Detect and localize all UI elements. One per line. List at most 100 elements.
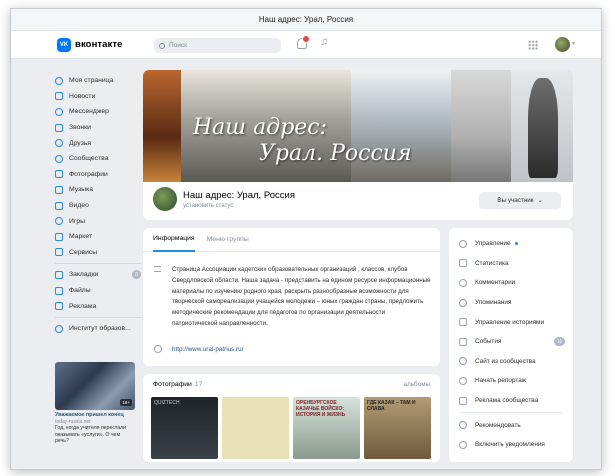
- message-icon: [55, 107, 63, 116]
- menu-item-ads[interactable]: Реклама сообщества: [449, 391, 573, 411]
- vk-logo-text: вконтакте: [75, 39, 123, 50]
- tab-information[interactable]: Информация: [153, 228, 195, 252]
- notification-badge: [302, 35, 310, 43]
- menu-item-label: События: [475, 338, 502, 346]
- window-title: Наш адрес: Урал, Россия: [11, 9, 601, 31]
- sidebar-item-groups[interactable]: Сообщества: [55, 151, 145, 167]
- bell-icon: [459, 440, 467, 449]
- photos-title-label: Фотографии: [153, 381, 192, 388]
- apps-grid-icon[interactable]: [528, 40, 538, 50]
- photos-card: Фотографии 17 альбомы QUIZTECH ОРЕНБУРГСК…: [143, 374, 440, 462]
- sidebar: Моя страница Новости Мессенджер Звонки Д…: [55, 73, 145, 337]
- search-icon: [159, 42, 165, 49]
- ads-icon: [459, 396, 467, 405]
- sidebar-item-bookmarks[interactable]: Закладки 8: [55, 267, 145, 283]
- group-actions-menu: Управление Статистика Комментарии Упомин…: [449, 228, 573, 462]
- sidebar-item-label: Реклама: [69, 302, 97, 310]
- sidebar-item-label: Игры: [69, 217, 86, 225]
- cover-photo-1: [143, 70, 181, 182]
- sidebar-item-friends[interactable]: Друзья: [55, 135, 145, 151]
- sidebar-item-video[interactable]: Видео: [55, 198, 145, 214]
- menu-item-label: Управление историями: [475, 318, 545, 326]
- promo-title[interactable]: Уважаемое пришел конец: [55, 412, 135, 419]
- music-icon[interactable]: ♫: [320, 36, 328, 48]
- vk-logo[interactable]: VK вконтакте: [57, 37, 123, 52]
- services-icon: [55, 248, 63, 257]
- menu-item-label: Сайт из сообщества: [475, 357, 536, 365]
- menu-item-stories[interactable]: Управление историями: [449, 312, 573, 332]
- sidebar-item-music[interactable]: Музыка: [55, 182, 145, 198]
- events-badge: 11: [554, 337, 565, 347]
- albums-link[interactable]: альбомы: [404, 381, 430, 388]
- menu-item-live[interactable]: Начать репортаж: [449, 371, 573, 391]
- search-input[interactable]: Поиск: [154, 38, 281, 53]
- sidebar-item-services[interactable]: Сервисы: [55, 245, 145, 261]
- menu-item-stats[interactable]: Статистика: [449, 254, 573, 274]
- group-header: Наш адрес: Урал, Россия установить стату…: [143, 182, 573, 220]
- tab-group-menu[interactable]: Меню группы: [207, 228, 249, 252]
- membership-button-label: Вы участник: [497, 197, 534, 204]
- group-avatar[interactable]: [151, 185, 179, 213]
- photo-thumb[interactable]: QUIZTECH: [151, 397, 218, 459]
- menu-item-recommend[interactable]: Рекомендовать: [449, 415, 573, 435]
- menu-item-mentions[interactable]: Упоминания: [449, 293, 573, 313]
- monument-image: [528, 78, 558, 178]
- sidebar-item-files[interactable]: Файлы: [55, 283, 145, 299]
- gear-icon: [459, 239, 467, 248]
- sidebar-item-label: Сообщества: [69, 155, 109, 163]
- membership-button[interactable]: Вы участник ⌄: [479, 192, 561, 209]
- photo-thumb[interactable]: [222, 397, 289, 459]
- sidebar-item-photos[interactable]: Фотографии: [55, 167, 145, 183]
- vk-logo-icon: VK: [57, 37, 71, 52]
- stats-icon: [459, 259, 467, 268]
- sidebar-item-messenger[interactable]: Мессенджер: [55, 104, 145, 120]
- menu-item-comments[interactable]: Комментарии: [449, 273, 573, 293]
- menu-item-site[interactable]: Сайт из сообщества: [449, 352, 573, 372]
- chevron-down-icon: ⌄: [537, 198, 543, 204]
- top-navigation: VK вконтакте Поиск ♫ ▾: [11, 31, 601, 59]
- menu-item-notifications[interactable]: Включить уведомления: [449, 435, 573, 455]
- info-card: Информация Меню группы Страница Ассоциац…: [143, 228, 440, 366]
- news-icon: [55, 92, 63, 101]
- mention-icon: [459, 298, 467, 307]
- cover-title: Наш адрес: Урал. Россия: [193, 115, 412, 167]
- menu-item-label: Реклама сообщества: [475, 397, 539, 405]
- friends-icon: [55, 139, 63, 148]
- sidebar-item-ads[interactable]: Реклама: [55, 298, 145, 314]
- sidebar-item-label: Музыка: [69, 186, 94, 194]
- games-icon: [55, 217, 63, 226]
- menu-item-events[interactable]: События 11: [449, 332, 573, 352]
- set-status-link[interactable]: установить статус: [183, 203, 233, 209]
- promo-image[interactable]: 18+: [55, 362, 135, 410]
- sidebar-item-market[interactable]: Маркет: [55, 229, 145, 245]
- like-icon: [459, 421, 467, 430]
- promo-block[interactable]: 18+ Уважаемое пришел конец today-russia.…: [55, 362, 135, 445]
- photos-title[interactable]: Фотографии 17: [153, 381, 202, 388]
- music-icon: [55, 185, 63, 194]
- sidebar-item-calls[interactable]: Звонки: [55, 120, 145, 136]
- photo-thumb[interactable]: ГДЕ КАЗАК – ТАМ И СЛАВА: [364, 397, 431, 459]
- sidebar-item-games[interactable]: Игры: [55, 213, 145, 229]
- avatar[interactable]: [555, 37, 570, 52]
- live-icon: [459, 376, 467, 385]
- sidebar-item-label: Моя страница: [69, 77, 114, 85]
- cover-title-line2: Урал. Россия: [259, 141, 412, 166]
- sidebar-item-label: Друзья: [69, 139, 92, 147]
- sidebar-item-my-page[interactable]: Моя страница: [55, 73, 145, 89]
- photo-thumb[interactable]: ОРЕНБУРГСКОЕ КАЗАЧЬЕ ВОЙСКО: ИСТОРИЯ И Ж…: [293, 397, 360, 459]
- file-icon: [55, 286, 63, 295]
- cover-photo-4: [451, 70, 511, 182]
- market-icon: [55, 232, 63, 241]
- bookmark-icon: [55, 270, 63, 279]
- menu-item-manage[interactable]: Управление: [449, 234, 573, 254]
- website-link[interactable]: http://www.ural-patrius.ru/: [172, 346, 243, 353]
- sidebar-item-shortcut[interactable]: Институт образов...: [55, 321, 145, 337]
- sidebar-item-label: Маркет: [69, 233, 93, 241]
- website-row[interactable]: http://www.ural-patrius.ru/: [154, 345, 243, 353]
- age-badge: 18+: [120, 399, 132, 406]
- promo-text: Год, когда учителя перестали оказывать «…: [55, 424, 127, 445]
- menu-item-label: Рекомендовать: [475, 421, 521, 429]
- sidebar-item-news[interactable]: Новости: [55, 89, 145, 105]
- chevron-down-icon[interactable]: ▾: [572, 40, 575, 47]
- sidebar-item-label: Видео: [69, 202, 89, 210]
